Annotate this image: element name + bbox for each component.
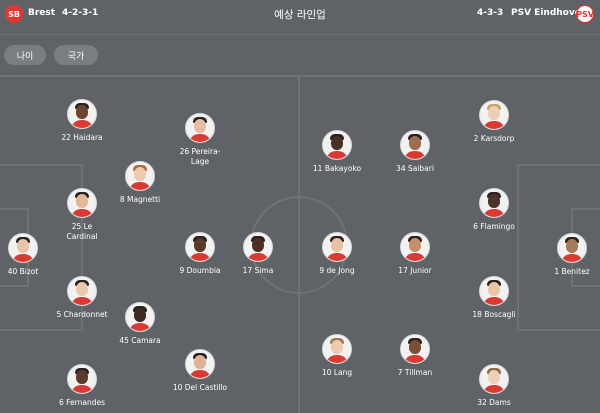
player-label: 10 Lang [321, 368, 353, 377]
page-title: 예상 라인업 [274, 9, 326, 21]
player-avatar [67, 99, 97, 129]
lineup-header: SB Brest 4-2-3-1 예상 라인업 4-3-3 PSV Eindho… [0, 0, 600, 34]
player-tillman[interactable]: 7 Tillman [373, 334, 457, 378]
player-label: 9 de Jong [319, 266, 355, 275]
player-avatar [400, 232, 430, 262]
player-avatar [67, 276, 97, 306]
player-pereira-lage[interactable]: 26 Pereira-Lage [158, 113, 242, 167]
player-del-castillo[interactable]: 10 Del Castillo [158, 349, 242, 393]
player-avatar [67, 188, 97, 218]
player-avatar [125, 161, 155, 191]
player-avatar [479, 364, 509, 394]
player-label: 7 Tillman [397, 368, 433, 377]
player-sima[interactable]: 17 Sima [216, 232, 300, 276]
player-label: 34 Saibari [396, 164, 434, 173]
player-junior[interactable]: 17 Junior [373, 232, 457, 276]
player-label: 17 Sima [242, 266, 274, 275]
player-haidara[interactable]: 22 Haidara [40, 99, 124, 143]
player-label: 22 Haidara [61, 133, 103, 142]
player-bakayoko[interactable]: 11 Bakayoko [295, 130, 379, 174]
player-label: 11 Bakayoko [312, 164, 362, 173]
player-label: 17 Junior [398, 266, 432, 275]
player-label: 45 Camara [119, 336, 161, 345]
player-avatar [479, 100, 509, 130]
player-label: 6 Flamingo [473, 222, 515, 231]
player-flamingo[interactable]: 6 Flamingo [452, 188, 536, 232]
player-lang[interactable]: 10 Lang [295, 334, 379, 378]
away-formation: 4-3-3 [477, 8, 504, 18]
player-avatar [67, 364, 97, 394]
player-benitez[interactable]: 1 Benitez [530, 233, 600, 277]
player-avatar [243, 232, 273, 262]
player-label: 26 Pereira-Lage [179, 147, 221, 166]
player-label: 10 Del Castillo [172, 383, 228, 392]
player-label: 32 Dams [477, 398, 511, 407]
psv-logo-icon: PSV [576, 5, 594, 23]
header-divider [0, 34, 600, 35]
player-avatar [185, 349, 215, 379]
player-de-jong[interactable]: 9 de Jong [295, 232, 379, 276]
player-dams[interactable]: 32 Dams [452, 364, 536, 408]
player-avatar [8, 233, 38, 263]
player-camara[interactable]: 45 Camara [98, 302, 182, 346]
country-filter-button[interactable]: 국가 [54, 45, 98, 65]
player-boscagli[interactable]: 18 Boscagli [452, 276, 536, 320]
player-label: 1 Benitez [554, 267, 590, 276]
player-avatar [479, 188, 509, 218]
player-avatar [557, 233, 587, 263]
player-avatar [322, 130, 352, 160]
player-label: 8 Magnetti [119, 195, 161, 204]
player-fernandes[interactable]: 6 Fernandes [40, 364, 124, 408]
player-avatar [479, 276, 509, 306]
player-karsdorp[interactable]: 2 Karsdorp [452, 100, 536, 144]
player-label: 2 Karsdorp [473, 134, 515, 143]
player-magnetti[interactable]: 8 Magnetti [98, 161, 182, 205]
player-avatar [322, 334, 352, 364]
player-label: 6 Fernandes [58, 398, 105, 407]
player-avatar [185, 232, 215, 262]
player-avatar [400, 334, 430, 364]
player-avatar [400, 130, 430, 160]
player-avatar [322, 232, 352, 262]
player-saibari[interactable]: 34 Saibari [373, 130, 457, 174]
player-avatar [185, 113, 215, 143]
player-label: 25 Le Cardinal [66, 222, 98, 241]
player-avatar [125, 302, 155, 332]
player-label: 18 Boscagli [472, 310, 516, 319]
age-filter-button[interactable]: 나이 [4, 45, 46, 65]
